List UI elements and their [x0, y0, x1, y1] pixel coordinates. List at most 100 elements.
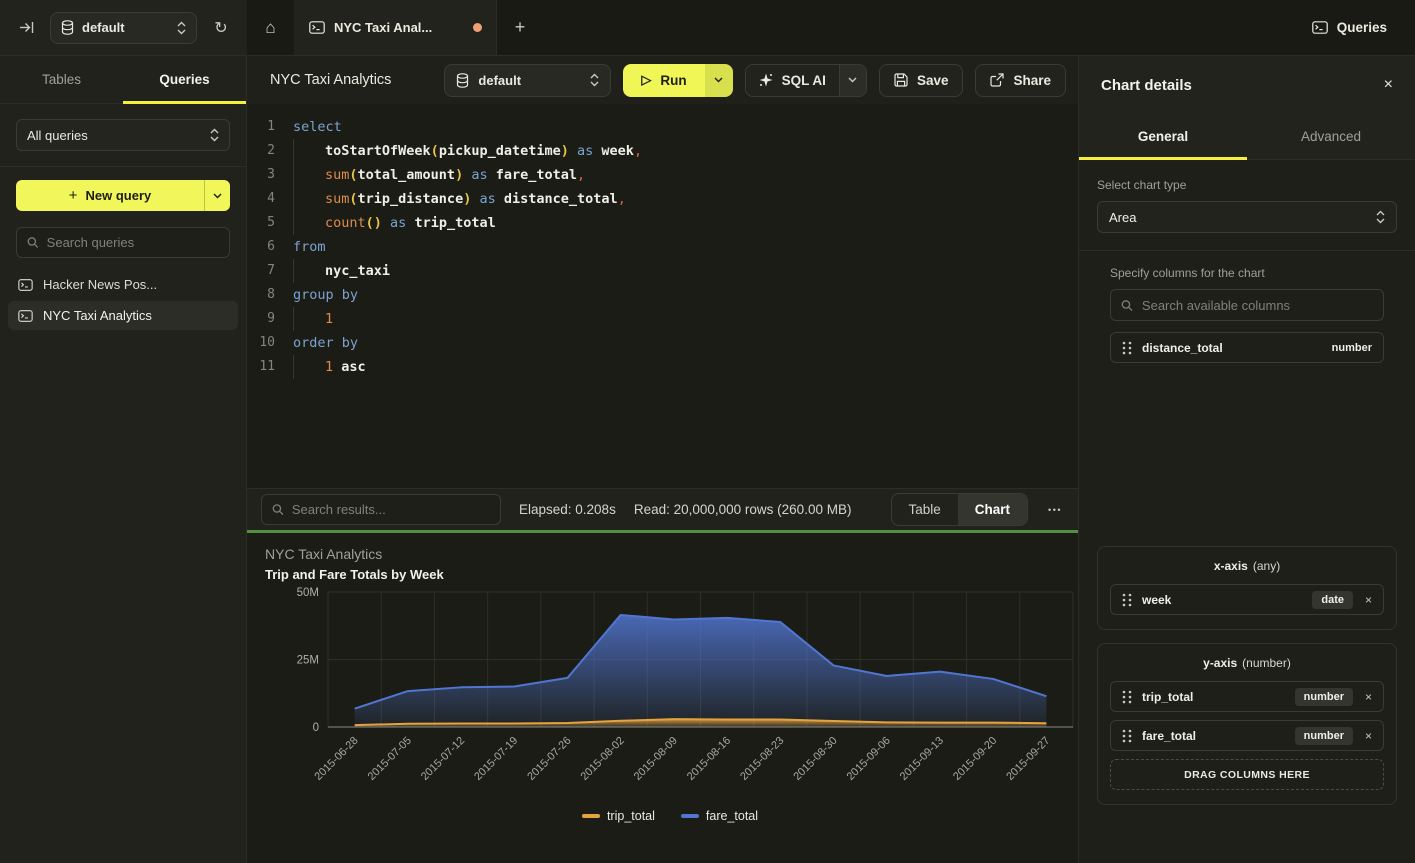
query-item-label: NYC Taxi Analytics	[43, 308, 152, 323]
elapsed-stat: Elapsed: 0.208s	[519, 502, 616, 517]
play-icon: ▷	[641, 72, 651, 88]
column-type-badge: date	[1312, 591, 1353, 609]
chart-svg: 025M50M2015-06-282015-07-052015-07-12201…	[265, 586, 1075, 804]
read-stat: Read: 20,000,000 rows (260.00 MB)	[634, 502, 852, 517]
y-tick-label: 25M	[297, 655, 319, 667]
legend-item-trip_total[interactable]: trip_total	[582, 809, 655, 823]
search-queries-input[interactable]	[47, 235, 219, 250]
share-button[interactable]: Share	[975, 64, 1066, 97]
chevron-updown-icon	[590, 73, 599, 87]
refresh-button[interactable]: ↻	[207, 14, 235, 42]
new-query-button[interactable]: + New query	[16, 180, 230, 211]
indent-guide	[293, 355, 325, 379]
divider	[1079, 250, 1415, 251]
token: (	[349, 191, 357, 207]
close-panel-button[interactable]: ×	[1384, 76, 1393, 94]
sidebar-query-item[interactable]: Hacker News Pos...	[8, 270, 238, 299]
run-options-dropdown[interactable]	[705, 64, 733, 97]
x-tick-label: 2015-08-23	[738, 735, 786, 783]
chevron-updown-icon	[210, 128, 219, 142]
x-tick-label: 2015-08-30	[791, 735, 839, 783]
main-area: NYC Taxi Analytics default ▷ Run SQL AI	[247, 56, 1078, 863]
code-text: from	[275, 235, 326, 259]
chevron-updown-icon	[177, 21, 186, 35]
search-columns-input[interactable]	[1142, 298, 1373, 313]
new-query-dropdown[interactable]	[204, 180, 230, 211]
run-button[interactable]: ▷ Run	[623, 64, 704, 97]
query-header: NYC Taxi Analytics default ▷ Run SQL AI	[247, 56, 1078, 104]
search-icon	[27, 236, 39, 249]
chart-legend: trip_total fare_total	[265, 809, 1075, 823]
token: 1	[325, 359, 333, 375]
sidebar-tab-tables[interactable]: Tables	[0, 56, 123, 103]
tab-label: NYC Taxi Anal...	[334, 20, 464, 35]
chart-type-label: Select chart type	[1097, 178, 1397, 192]
token: )	[455, 167, 463, 183]
remove-column-button[interactable]: ×	[1365, 593, 1372, 607]
drag-handle-icon	[1122, 593, 1132, 607]
tab-general[interactable]: General	[1079, 114, 1247, 159]
query-title: NYC Taxi Analytics	[270, 72, 432, 88]
divider	[0, 166, 246, 167]
save-button[interactable]: Save	[879, 64, 964, 97]
sidebar-tab-queries[interactable]: Queries	[123, 56, 246, 103]
database-icon	[456, 73, 469, 88]
x-tick-label: 2015-09-13	[898, 735, 946, 783]
run-label: Run	[660, 73, 686, 88]
token: toStartOfWeek	[325, 143, 431, 159]
search-columns-box	[1110, 289, 1384, 321]
column-pill-week[interactable]: weekdate×	[1110, 584, 1384, 615]
token: (	[431, 143, 439, 159]
new-query-main[interactable]: + New query	[16, 180, 204, 211]
y-tick-label: 50M	[297, 587, 319, 599]
code-text: 1	[275, 307, 333, 331]
remove-column-button[interactable]: ×	[1365, 729, 1372, 743]
legend-item-fare_total[interactable]: fare_total	[681, 809, 758, 823]
drag-columns-drop-zone[interactable]: DRAG COLUMNS HERE	[1110, 759, 1384, 790]
new-query-label: New query	[86, 188, 152, 203]
saved-query-list: Hacker News Pos... NYC Taxi Analytics	[0, 270, 246, 330]
code-text: toStartOfWeek(pickup_datetime) as week,	[275, 139, 642, 163]
x-axis-box: x-axis(any) weekdate×	[1097, 546, 1397, 630]
token: trip_distance	[358, 191, 464, 207]
line-number: 7	[247, 259, 275, 283]
x-tick-label: 2015-06-28	[312, 735, 360, 783]
token: ,	[577, 167, 585, 183]
collapse-sidebar-button[interactable]	[12, 14, 40, 42]
more-options-button[interactable]: •••	[1046, 501, 1064, 519]
new-tab-button[interactable]: +	[497, 0, 543, 55]
sql-editor[interactable]: 1select2toStartOfWeek(pickup_datetime) a…	[247, 104, 1078, 488]
home-button[interactable]: ⌂	[247, 0, 295, 55]
token: sum	[325, 191, 349, 207]
x-axis-hint: (any)	[1253, 559, 1280, 573]
view-toggle-table[interactable]: Table	[892, 494, 958, 525]
query-filter-select[interactable]: All queries	[16, 119, 230, 151]
chart-type-select[interactable]: Area	[1097, 201, 1397, 233]
column-pill-trip_total[interactable]: trip_totalnumber×	[1110, 681, 1384, 712]
column-pill-distance_total[interactable]: distance_totalnumber	[1110, 332, 1384, 363]
queries-menu-button[interactable]: Queries	[1284, 0, 1415, 55]
column-pill-fare_total[interactable]: fare_totalnumber×	[1110, 720, 1384, 751]
spacer	[1097, 371, 1397, 546]
run-database-selector[interactable]: default	[444, 64, 611, 97]
y-axis-name: y-axis	[1203, 656, 1237, 670]
view-toggle-chart[interactable]: Chart	[958, 494, 1027, 525]
sql-ai-dropdown[interactable]	[839, 65, 866, 96]
tab-advanced[interactable]: Advanced	[1247, 114, 1415, 159]
token: ,	[634, 143, 642, 159]
legend-label: trip_total	[607, 809, 655, 823]
chart-title: NYC Taxi Analytics	[265, 546, 1078, 562]
remove-column-button[interactable]: ×	[1365, 690, 1372, 704]
code-text: 1 asc	[275, 355, 366, 379]
run-database-value: default	[478, 73, 581, 88]
area-chart[interactable]: 025M50M2015-06-282015-07-052015-07-12201…	[265, 586, 1078, 807]
token: ()	[366, 215, 382, 231]
sql-ai-button[interactable]: SQL AI	[746, 65, 839, 96]
search-results-input[interactable]	[292, 502, 490, 517]
tab-nyc-taxi-analytics[interactable]: NYC Taxi Anal...	[295, 0, 497, 55]
database-selector[interactable]: default	[50, 12, 197, 44]
sql-ai-label: SQL AI	[782, 73, 826, 88]
sidebar-query-item[interactable]: NYC Taxi Analytics	[8, 301, 238, 330]
code-line: 111 asc	[247, 355, 1078, 379]
chevron-down-icon	[213, 193, 222, 199]
